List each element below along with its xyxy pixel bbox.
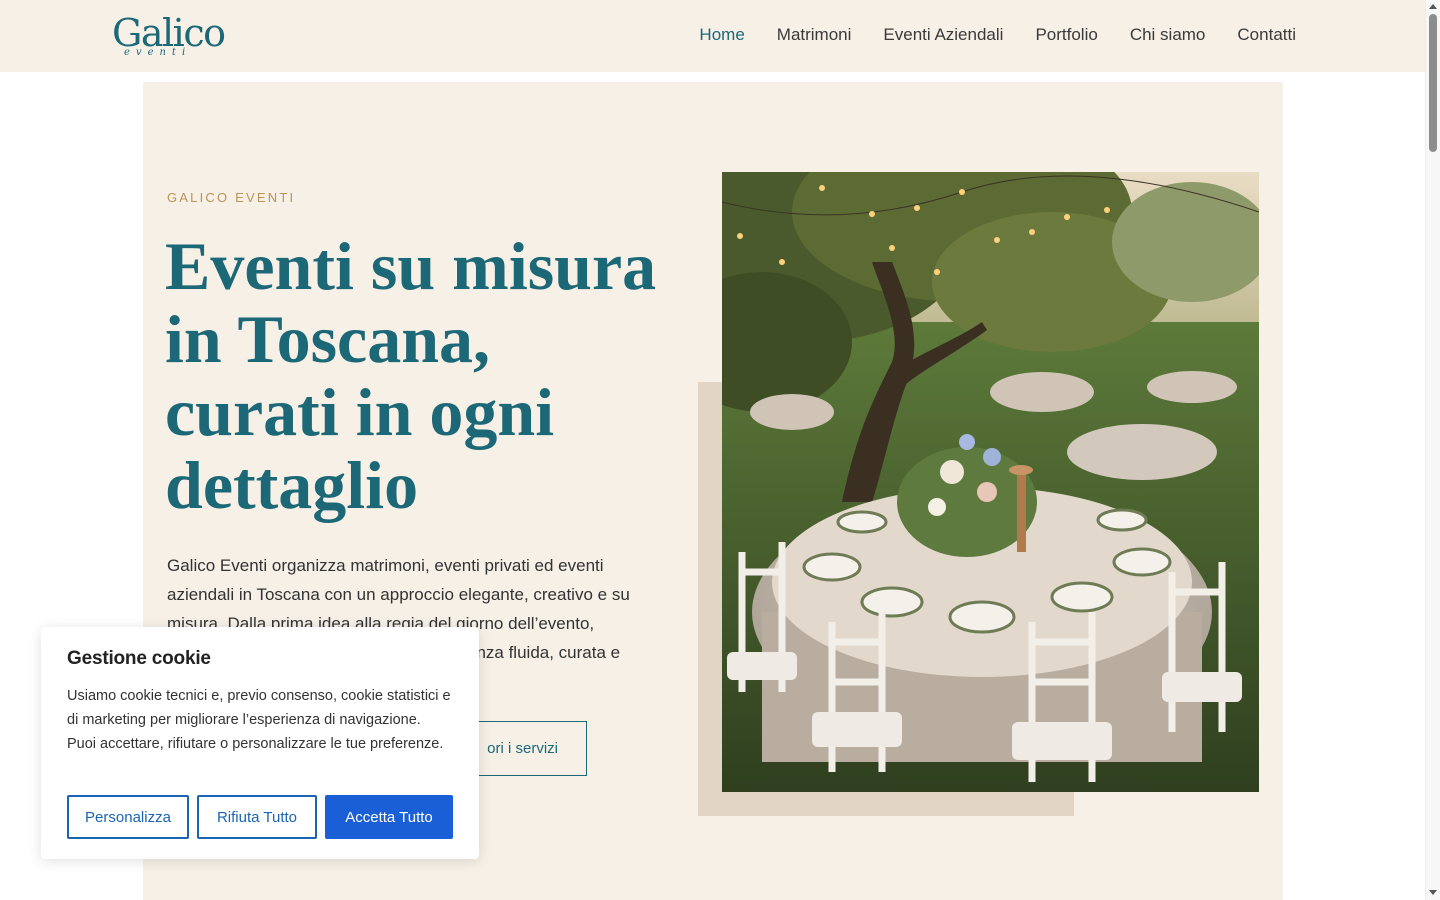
nav-portfolio[interactable]: Portfolio [1035, 24, 1097, 46]
hero-photo [722, 172, 1259, 792]
nav-matrimoni[interactable]: Matrimoni [777, 24, 852, 46]
customize-cookies-button[interactable]: Personalizza [67, 795, 189, 839]
headline-line: dettaglio [165, 447, 419, 523]
scroll-down-arrow-icon[interactable] [1429, 890, 1437, 895]
hero-eyebrow: GALICO EVENTI [167, 190, 296, 205]
main-nav: Home Matrimoni Eventi Aziendali Portfoli… [699, 24, 1296, 46]
logo-subtitle: eventi [124, 47, 192, 58]
galico-logo[interactable]: Galico eventi [112, 10, 228, 62]
hero-headline: Eventi su misura in Toscana, curati in o… [165, 230, 685, 522]
nav-contatti[interactable]: Contatti [1237, 24, 1296, 46]
headline-line: curati in ogni [165, 374, 555, 450]
scrollbar-thumb[interactable] [1429, 14, 1437, 152]
nav-home[interactable]: Home [699, 24, 744, 46]
cookie-text: Usiamo cookie tecnici e, previo consenso… [67, 688, 451, 752]
site-header: Galico eventi Home Matrimoni Eventi Azie… [0, 0, 1425, 72]
headline-line: Eventi su misura [165, 228, 657, 304]
description-line: aziendali in Toscana con un approccio el… [167, 585, 630, 604]
accept-all-button[interactable]: Accetta Tutto [325, 795, 453, 839]
headline-line: in Toscana, [165, 301, 491, 377]
reject-all-button[interactable]: Rifiuta Tutto [197, 795, 317, 839]
cookie-title: Gestione cookie [67, 648, 211, 669]
cookie-buttons: Personalizza Rifiuta Tutto Accetta Tutto [67, 795, 453, 839]
scroll-up-arrow-icon[interactable] [1429, 4, 1437, 9]
nav-chi-siamo[interactable]: Chi siamo [1130, 24, 1206, 46]
cookie-banner: Gestione cookie Usiamo cookie tecnici e,… [41, 627, 479, 859]
wedding-table-photo [722, 172, 1259, 792]
description-line: Galico Eventi organizza matrimoni, event… [167, 556, 604, 575]
nav-eventi-aziendali[interactable]: Eventi Aziendali [883, 24, 1003, 46]
page-scrollbar[interactable] [1425, 0, 1440, 900]
